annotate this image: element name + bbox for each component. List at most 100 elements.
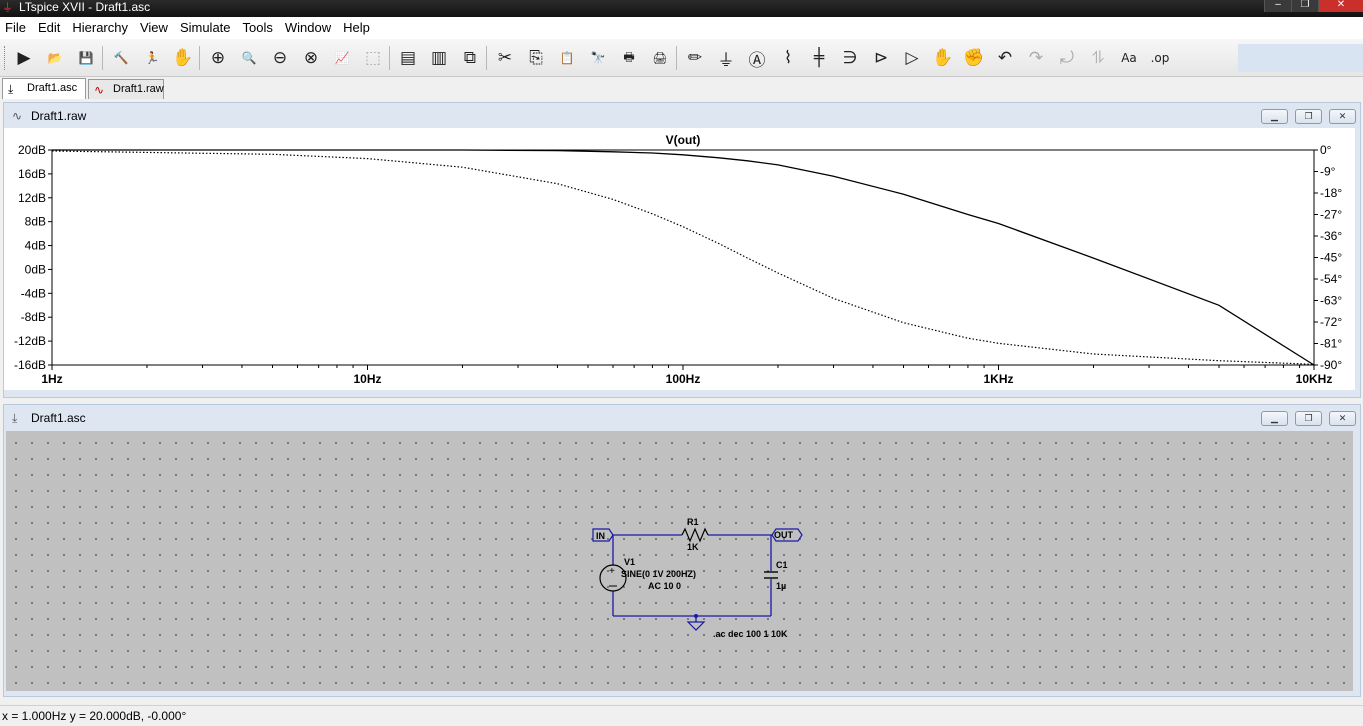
tab-draft1-raw[interactable]: ∿ Draft1.raw [88,79,164,99]
waveform-window-controls: ▁ ❐ ✕ [1261,109,1356,124]
y-right-tick-label: -27° [1320,208,1342,222]
diode-icon[interactable]: ⊳ [869,46,893,70]
y-left-tick-label: -12dB [14,334,46,348]
document-tabs: ⤓ Draft1.asc ∿ Draft1.raw [0,77,1363,99]
restore-button[interactable]: ❐ [1291,0,1318,12]
menu-hierarchy[interactable]: Hierarchy [66,17,134,39]
waveform-window-title: Draft1.raw [31,109,87,123]
component-icon[interactable]: ▷ [900,46,924,70]
waveform-icon: ∿ [94,83,105,97]
schematic-drawing[interactable]: IN OUT R1 1K + V1 SINE(0 1V 200HZ) AC 10… [6,431,1353,691]
ground-symbol[interactable] [686,621,706,631]
move-icon[interactable]: ✋ [931,46,955,70]
drag-icon[interactable]: ✊ [962,46,986,70]
resistor-r1[interactable] [681,527,709,543]
text-icon[interactable]: Aa [1117,46,1141,70]
schematic-window-controls: ▁ ❐ ✕ [1261,411,1356,426]
y-right-tick-label: -81° [1320,337,1342,351]
ltspice-app-icon[interactable]: ⏚ [2,2,14,14]
tab-draft1-asc[interactable]: ⤓ Draft1.asc [2,78,86,99]
plus-sign: + [609,566,615,577]
y-left-tick-label: 16dB [18,167,46,181]
schematic-icon: ⤓ [8,82,14,96]
toolbar-grip[interactable] [4,46,7,70]
close-button[interactable]: ✕ [1329,411,1356,426]
paste-icon[interactable]: 📋 [555,46,579,70]
undo-icon[interactable]: ↶ [993,46,1017,70]
copy-icon[interactable]: ⎘ [524,46,548,70]
restore-button[interactable]: ❐ [1295,109,1322,124]
capacitor-value: 1µ [776,581,786,591]
cascade-icon[interactable]: ⧉ [458,46,482,70]
tile-horizontal-icon[interactable]: ▥ [427,46,451,70]
waveform-window-titlebar[interactable]: ∿ Draft1.raw ▁ ❐ ✕ [4,103,1360,129]
menu-edit[interactable]: Edit [32,17,66,39]
y-left-tick-label: 20dB [18,143,46,157]
resistor-icon[interactable]: ⌇ [776,46,800,70]
redo-icon[interactable]: ↷ [1024,46,1048,70]
zoom-in-icon[interactable]: ⊕ [206,46,230,70]
spice-directive[interactable]: .ac dec 100 1 10K [713,629,788,639]
title-bar: ⏚ LTspice XVII - Draft1.asc – ❐ ✕ [0,0,1363,17]
menu-tools[interactable]: Tools [237,17,279,39]
label-net-icon[interactable]: Ⓐ [745,46,769,71]
rotate-icon[interactable]: ⤾ [1055,46,1079,70]
halt-icon[interactable]: 🏃 [140,46,164,70]
spice-directive-icon[interactable]: .op [1148,46,1172,70]
junction-dot [694,614,698,618]
menu-view[interactable]: View [134,17,174,39]
open-icon[interactable]: 📂 [43,46,67,70]
ground-icon[interactable]: ⏚ [714,46,738,71]
zoom-area-icon[interactable]: 🔍 [237,46,261,70]
mirror-icon[interactable]: ⥮ [1086,46,1110,70]
save-icon[interactable]: 💾 [74,46,98,70]
cut-icon[interactable]: ✂ [493,46,517,70]
close-button[interactable]: ✕ [1329,109,1356,124]
toolbar-separator [676,46,677,70]
minimize-button[interactable]: – [1264,0,1291,12]
tab-label: Draft1.asc [27,82,78,94]
mark-unused-icon[interactable]: ⬚ [361,46,385,70]
toolbar: ▶ 📂 💾 🔨 🏃 ✋ ⊕ 🔍 ⊖ ⊗ 📈 ⬚ ▤ ▥ ⧉ ✂ ⎘ 📋 🔭 🖶 🖨 ✏ ⏚ Ⓐ ⌇ ╪ ∋ ⊳ ▷ ✋ ✊ ↶ ↷ ⤾ ⥮ Aa .op [0,39,1363,77]
tile-vertical-icon[interactable]: ▤ [396,46,420,70]
wire-icon[interactable]: ✏ [683,46,707,70]
bode-plot[interactable]: 20dB 16dB 12dB 8dB 4dB 0dB -4dB -8dB -12dB -16dB 0… [4,128,1355,390]
find-icon[interactable]: 🔭 [586,46,610,70]
inductor-icon[interactable]: ∋ [838,46,862,70]
menu-bar: File Edit Hierarchy View Simulate Tools … [0,17,1363,39]
minimize-button[interactable]: ▁ [1261,411,1288,426]
plot-pane[interactable]: 20dB 16dB 12dB 8dB 4dB 0dB -4dB -8dB -12dB -16dB 0… [4,128,1355,390]
toolbar-separator [486,46,487,70]
pan-hand-icon[interactable]: ✋ [171,46,195,70]
close-button[interactable]: ✕ [1318,0,1363,12]
trace-label-vout[interactable]: V(out) [666,133,701,147]
autorange-icon[interactable]: 📈 [330,46,354,70]
y-right-tick-label: -18° [1320,186,1342,200]
waveform-icon: ∿ [12,109,23,123]
schematic-window-titlebar[interactable]: ⤓ Draft1.asc ▁ ❐ ✕ [4,405,1360,431]
y-left-tick-label: 4dB [25,239,46,253]
y-right-tick-label: 0° [1320,143,1332,157]
menu-simulate[interactable]: Simulate [174,17,237,39]
print-icon[interactable]: 🖶 [617,46,641,70]
zoom-out-icon[interactable]: ⊖ [268,46,292,70]
x-tick-label: 100Hz [666,372,701,386]
toolbar-separator [199,46,200,70]
menu-file[interactable]: File [0,17,32,39]
y-left-tick-label: -16dB [14,358,46,372]
minimize-button[interactable]: ▁ [1261,109,1288,124]
control-panel-icon[interactable]: 🔨 [109,46,133,70]
capacitor-icon[interactable]: ╪ [807,46,831,70]
cursor-readout: x = 1.000Hz y = 20.000dB, -0.000° [2,709,187,723]
schematic-canvas[interactable]: IN OUT R1 1K + V1 SINE(0 1V 200HZ) AC 10… [6,431,1353,691]
schematic-icon: ⤓ [12,411,18,425]
restore-button[interactable]: ❐ [1295,411,1322,426]
y-right-tick-label: -54° [1320,272,1342,286]
zoom-cancel-icon[interactable]: ⊗ [299,46,323,70]
menu-window[interactable]: Window [279,17,337,39]
print-setup-icon[interactable]: 🖨 [648,46,672,70]
run-icon[interactable]: ▶ [12,46,36,70]
x-tick-label: 1Hz [41,372,62,386]
x-tick-label: 10Hz [353,372,381,386]
menu-help[interactable]: Help [337,17,376,39]
